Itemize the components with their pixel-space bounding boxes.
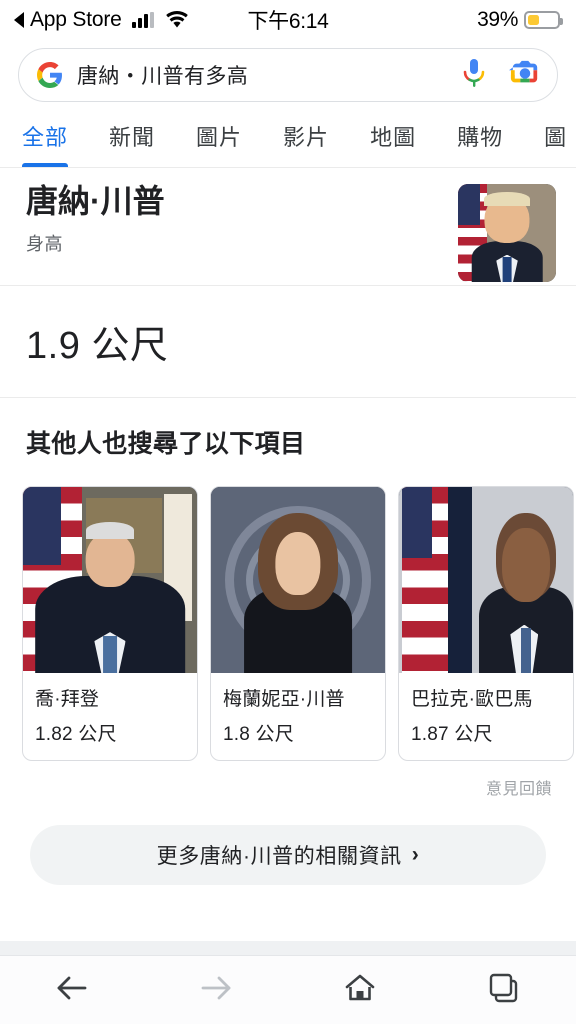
search-bar-container: 唐納・川普有多高	[0, 40, 576, 112]
tab-label: 圖	[544, 125, 568, 150]
related-entity-value: 1.87 公尺	[411, 724, 493, 745]
related-entity-carousel[interactable]: 喬·拜登 1.82 公尺 梅蘭妮亞·川普 1.8 公尺 巴拉克·歐巴馬 1.87 公尺	[0, 460, 576, 761]
tab-2[interactable]: 圖片	[196, 112, 263, 167]
tab-1[interactable]: 新聞	[109, 112, 176, 167]
search-bar[interactable]: 唐納・川普有多高	[18, 48, 558, 102]
battery-percent-label: 39%	[477, 8, 518, 31]
related-entity-body: 巴拉克·歐巴馬 1.87 公尺	[399, 673, 573, 760]
back-button[interactable]	[0, 956, 144, 1024]
tab-4[interactable]: 地圖	[370, 112, 437, 167]
tabs-button[interactable]	[432, 956, 576, 1024]
donald-trump-portrait-thumbnail[interactable]	[458, 184, 556, 282]
google-lens-icon[interactable]	[509, 58, 541, 93]
related-entity-name: 喬·拜登	[35, 689, 100, 710]
tab-label: 全部	[22, 125, 69, 150]
knowledge-panel-text: 唐納·川普 身高	[26, 182, 458, 256]
related-entity-name: 梅蘭妮亞·川普	[223, 689, 345, 710]
mobile-browser-screen: App Store 下午6:14 39% 唐納・川普有多高 全部 新聞 圖片 影…	[0, 0, 576, 1024]
tab-label: 影片	[283, 125, 330, 150]
ios-status-bar: App Store 下午6:14 39%	[0, 0, 576, 40]
tab-3[interactable]: 影片	[283, 112, 350, 167]
related-entity-body: 喬·拜登 1.82 公尺	[23, 673, 197, 760]
arrow-left-icon	[54, 973, 90, 1008]
back-to-app-triangle-icon[interactable]	[14, 12, 24, 28]
barack-obama-portrait	[399, 487, 573, 673]
google-mic-icon[interactable]	[461, 57, 487, 94]
answer-value: 1.9 公尺	[26, 325, 169, 367]
related-entity-value: 1.82 公尺	[35, 724, 117, 745]
answer-block: 1.9 公尺	[0, 286, 576, 398]
tabs-icon	[487, 972, 521, 1009]
back-to-app-label[interactable]: App Store	[30, 8, 122, 32]
more-info-button[interactable]: 更多唐納·川普的相關資訊 ›	[30, 825, 546, 885]
forward-button	[144, 956, 288, 1024]
knowledge-panel-subtitle: 身高	[26, 233, 63, 254]
arrow-right-icon	[198, 973, 234, 1008]
people-also-search-section: 其他人也搜尋了以下項目 喬·拜登 1.82 公尺 梅蘭妮亞·川普 1.8 公尺 巴拉…	[0, 398, 576, 941]
battery-fill	[528, 15, 539, 25]
melania-trump-portrait	[211, 487, 385, 673]
feedback-link[interactable]: 意見回饋	[0, 761, 576, 799]
tab-label: 購物	[457, 125, 504, 150]
related-entity-card[interactable]: 梅蘭妮亞·川普 1.8 公尺	[210, 486, 386, 761]
related-entity-card[interactable]: 巴拉克·歐巴馬 1.87 公尺	[398, 486, 574, 761]
browser-nav-bar	[0, 955, 576, 1024]
clock-label: 下午6:14	[247, 10, 329, 33]
chevron-right-icon: ›	[411, 843, 420, 866]
search-input[interactable]: 唐納・川普有多高	[77, 60, 461, 90]
joe-biden-portrait	[23, 487, 197, 673]
status-bar-left: App Store	[14, 8, 189, 32]
status-bar-right: 39%	[477, 8, 563, 32]
home-button[interactable]	[288, 956, 432, 1024]
tab-5[interactable]: 購物	[457, 112, 524, 167]
tab-label: 地圖	[370, 125, 417, 150]
related-entity-name: 巴拉克·歐巴馬	[411, 689, 533, 710]
more-button-container: 更多唐納·川普的相關資訊 ›	[0, 799, 576, 885]
tab-0[interactable]: 全部	[22, 112, 89, 167]
tab-label: 新聞	[109, 125, 156, 150]
battery-icon	[524, 11, 563, 29]
page-title: 唐納·川普	[26, 183, 165, 219]
cellular-signal-icon	[131, 12, 154, 28]
tab-label: 圖片	[196, 125, 243, 150]
section-heading: 其他人也搜尋了以下項目	[26, 430, 306, 458]
tab-6[interactable]: 圖	[544, 112, 576, 167]
home-icon	[343, 972, 377, 1009]
knowledge-panel-header: 唐納·川普 身高	[0, 168, 576, 286]
search-result-tabs: 全部 新聞 圖片 影片 地圖 購物 圖	[0, 112, 576, 168]
related-entity-value: 1.8 公尺	[223, 724, 294, 745]
portrait-composition	[458, 184, 556, 282]
wifi-icon	[165, 11, 189, 29]
more-info-label: 更多唐納·川普的相關資訊	[156, 845, 402, 868]
search-action-icons	[461, 57, 541, 94]
content-bottom-divider	[0, 941, 576, 955]
related-entity-body: 梅蘭妮亞·川普 1.8 公尺	[211, 673, 385, 760]
related-entity-card[interactable]: 喬·拜登 1.82 公尺	[22, 486, 198, 761]
google-logo-icon	[37, 62, 63, 88]
